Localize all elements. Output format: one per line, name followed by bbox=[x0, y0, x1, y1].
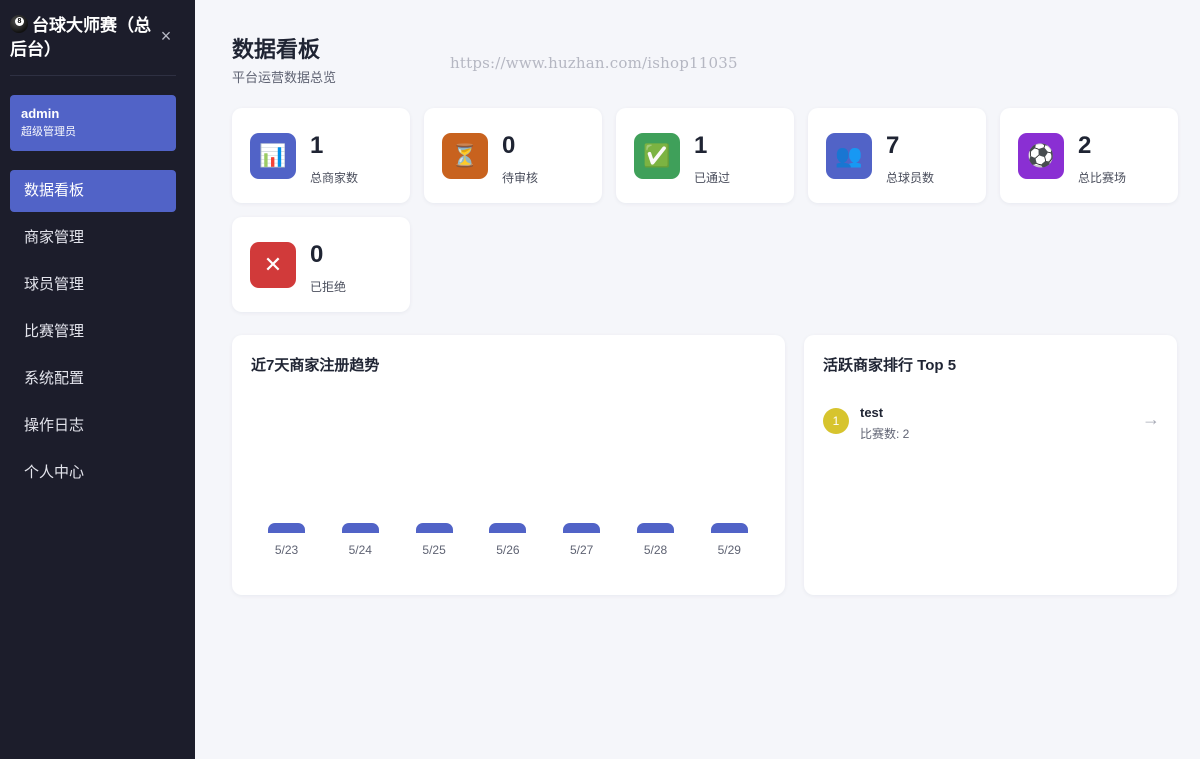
chart-bar bbox=[268, 523, 305, 533]
nav-item-dashboard[interactable]: 数据看板 bbox=[10, 170, 176, 212]
stat-value: 1 bbox=[310, 132, 324, 159]
nav-item-players[interactable]: 球员管理 bbox=[10, 264, 176, 306]
watermark-text: https://www.huzhan.com/ishop11035 bbox=[450, 54, 738, 72]
chart-bar bbox=[489, 523, 527, 533]
stat-label: 待审核 bbox=[502, 171, 539, 185]
chart-bar bbox=[341, 523, 379, 533]
stat-card-pending: ⏳ 0 待审核 bbox=[424, 108, 602, 203]
chart-x-label: 5/24 bbox=[348, 543, 372, 557]
chart-bar bbox=[637, 523, 674, 533]
rank-badge: 1 bbox=[823, 408, 849, 434]
stat-value: 1 bbox=[694, 132, 708, 159]
stat-card-approved: ✅ 1 已通过 bbox=[616, 108, 794, 203]
soccer-ball-icon: ⚽ bbox=[1018, 133, 1064, 179]
brand: 台球大师赛（总后台） bbox=[10, 14, 160, 62]
nav-item-operation-log[interactable]: 操作日志 bbox=[10, 405, 176, 447]
check-icon: ✅ bbox=[634, 133, 680, 179]
stat-card-total-matches: ⚽ 2 总比赛场 bbox=[1000, 108, 1178, 203]
chart-bar bbox=[710, 523, 748, 533]
chart-bar bbox=[415, 523, 453, 533]
stat-card-rejected: ✕ 0 已拒绝 bbox=[232, 217, 410, 312]
ranking-title: 活跃商家排行 Top 5 bbox=[823, 357, 957, 374]
stat-label: 总比赛场 bbox=[1078, 171, 1127, 185]
stat-label: 总球员数 bbox=[886, 171, 935, 185]
stat-card-total-players: 👥 7 总球员数 bbox=[808, 108, 986, 203]
stat-label: 总商家数 bbox=[310, 171, 359, 185]
trend-panel: 近7天商家注册趋势 5/23 5/24 5/25 5/26 5/27 5/28 5/29 bbox=[232, 335, 785, 595]
chart-x-label: 5/25 bbox=[422, 543, 446, 557]
rank-merchant-name: test bbox=[860, 405, 884, 420]
page-title: 数据看板 bbox=[232, 37, 321, 62]
chart-x-label: 5/26 bbox=[496, 543, 520, 557]
stat-value: 7 bbox=[886, 132, 900, 159]
nav-item-merchants[interactable]: 商家管理 bbox=[10, 217, 176, 259]
stat-value: 0 bbox=[502, 132, 516, 159]
sidebar: 台球大师赛（总后台） × admin 超级管理员 数据看板 商家管理 球员管理 … bbox=[0, 0, 195, 759]
user-role: 超级管理员 bbox=[21, 126, 76, 138]
users-icon: 👥 bbox=[826, 133, 872, 179]
ranking-panel: 活跃商家排行 Top 5 1 test 比赛数: 2 → bbox=[804, 335, 1177, 595]
close-icon[interactable]: × bbox=[157, 27, 175, 45]
nav-item-system-config[interactable]: 系统配置 bbox=[10, 358, 176, 400]
chart-x-label: 5/27 bbox=[570, 543, 594, 557]
chart-bar bbox=[563, 523, 601, 533]
nav-item-matches[interactable]: 比赛管理 bbox=[10, 311, 176, 353]
stat-value: 0 bbox=[310, 241, 324, 268]
nav-item-profile[interactable]: 个人中心 bbox=[10, 452, 176, 494]
8-ball-icon bbox=[10, 15, 28, 33]
stat-card-total-merchants: 📊 1 总商家数 bbox=[232, 108, 410, 203]
trend-title: 近7天商家注册趋势 bbox=[251, 357, 380, 374]
brand-title: 台球大师赛（总后台） bbox=[10, 16, 151, 59]
user-name: admin bbox=[21, 106, 60, 121]
page-subtitle: 平台运营数据总览 bbox=[232, 70, 337, 85]
stat-label: 已通过 bbox=[694, 171, 731, 185]
hourglass-icon: ⏳ bbox=[442, 133, 488, 179]
stat-value: 2 bbox=[1078, 132, 1092, 159]
rank-match-count: 比赛数: 2 bbox=[860, 427, 910, 441]
cross-icon: ✕ bbox=[250, 242, 296, 288]
stat-label: 已拒绝 bbox=[310, 280, 347, 294]
chart-x-label: 5/23 bbox=[274, 543, 299, 557]
user-card: admin 超级管理员 bbox=[10, 95, 176, 151]
chart-x-label: 5/28 bbox=[643, 543, 668, 557]
chart-x-label: 5/29 bbox=[717, 543, 741, 557]
sidebar-divider bbox=[10, 75, 176, 76]
sidebar-nav: 数据看板 商家管理 球员管理 比赛管理 系统配置 操作日志 个人中心 bbox=[10, 170, 176, 499]
arrow-right-icon[interactable]: → bbox=[1142, 409, 1160, 430]
bar-chart-icon: 📊 bbox=[250, 133, 296, 179]
